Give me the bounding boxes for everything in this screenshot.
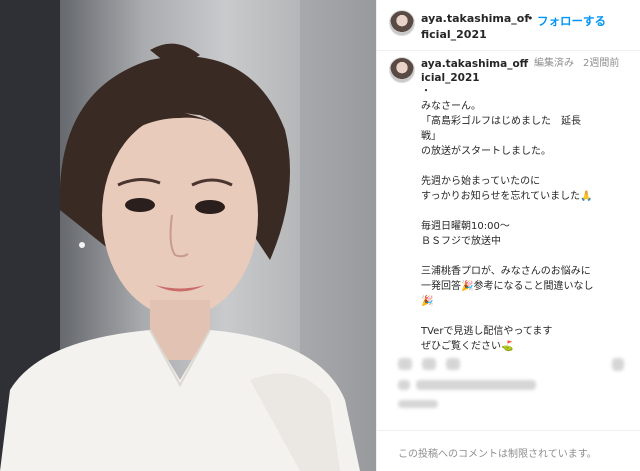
caption-line: 戦」 — [421, 131, 441, 142]
caption-line — [421, 204, 631, 219]
earring — [79, 242, 85, 248]
date-text — [398, 400, 438, 408]
edited-label: 編集済み — [534, 58, 574, 69]
avatar-icon[interactable] — [389, 10, 415, 36]
liker-avatar — [398, 380, 410, 390]
portrait-illustration — [0, 0, 376, 471]
heart-icon[interactable] — [398, 358, 412, 370]
share-icon[interactable] — [446, 358, 460, 370]
face — [102, 113, 258, 317]
left-eye — [125, 198, 155, 212]
post-photo[interactable] — [0, 0, 376, 471]
comment-icon[interactable] — [422, 358, 436, 370]
post-header: aya.takashima_official_2021 • フォローする — [377, 0, 640, 51]
comment-footer: この投稿へのコメントは制限されています。 — [376, 430, 640, 471]
caption-line: ＢＳフジで放送中 — [421, 236, 501, 247]
caption-line: 先週から始まっていたのに — [421, 176, 541, 187]
comments-disabled-text: この投稿へのコメントは制限されています。 — [398, 449, 597, 460]
right-eye — [195, 200, 225, 214]
caption-line: 一発回答🎉参考になること間違いなし — [421, 281, 594, 292]
post-time[interactable]: 2週間前 — [583, 57, 623, 71]
blurred-action-bar — [376, 350, 640, 420]
caption-line: 「高島彩ゴルフはじめました 延長 — [421, 116, 581, 127]
caption-line: 毎週日曜朝10:00〜 — [421, 221, 510, 232]
likes-text — [416, 380, 536, 390]
caption-line: みなさーん。 — [421, 101, 481, 112]
caption-username[interactable]: aya.takashima_official_2021 — [421, 57, 531, 85]
bookmark-icon[interactable] — [612, 358, 624, 371]
header-username[interactable]: aya.takashima_official_2021 — [421, 11, 531, 43]
caption-line: の放送がスタートしました。 — [421, 146, 551, 157]
caption-line: ・ — [421, 86, 431, 97]
follow-button[interactable]: フォローする — [537, 13, 606, 29]
caption-line: 三浦桃香プロが、みなさんのお悩みに — [421, 266, 591, 277]
caption-line — [421, 309, 631, 324]
caption-line: 🎉 — [421, 296, 434, 307]
header-separator: • — [527, 12, 534, 25]
caption-text: ・ みなさーん。 「高島彩ゴルフはじめました 延長 戦」 の放送がスタートしまし… — [421, 84, 631, 354]
caption-line — [421, 249, 631, 264]
caption-line — [421, 159, 631, 174]
caption-avatar-icon[interactable] — [389, 57, 415, 83]
caption-line: すっかりお知らせを忘れていました🙏 — [421, 191, 593, 202]
caption-line: TVerで見逃し配信やってます — [421, 326, 553, 337]
